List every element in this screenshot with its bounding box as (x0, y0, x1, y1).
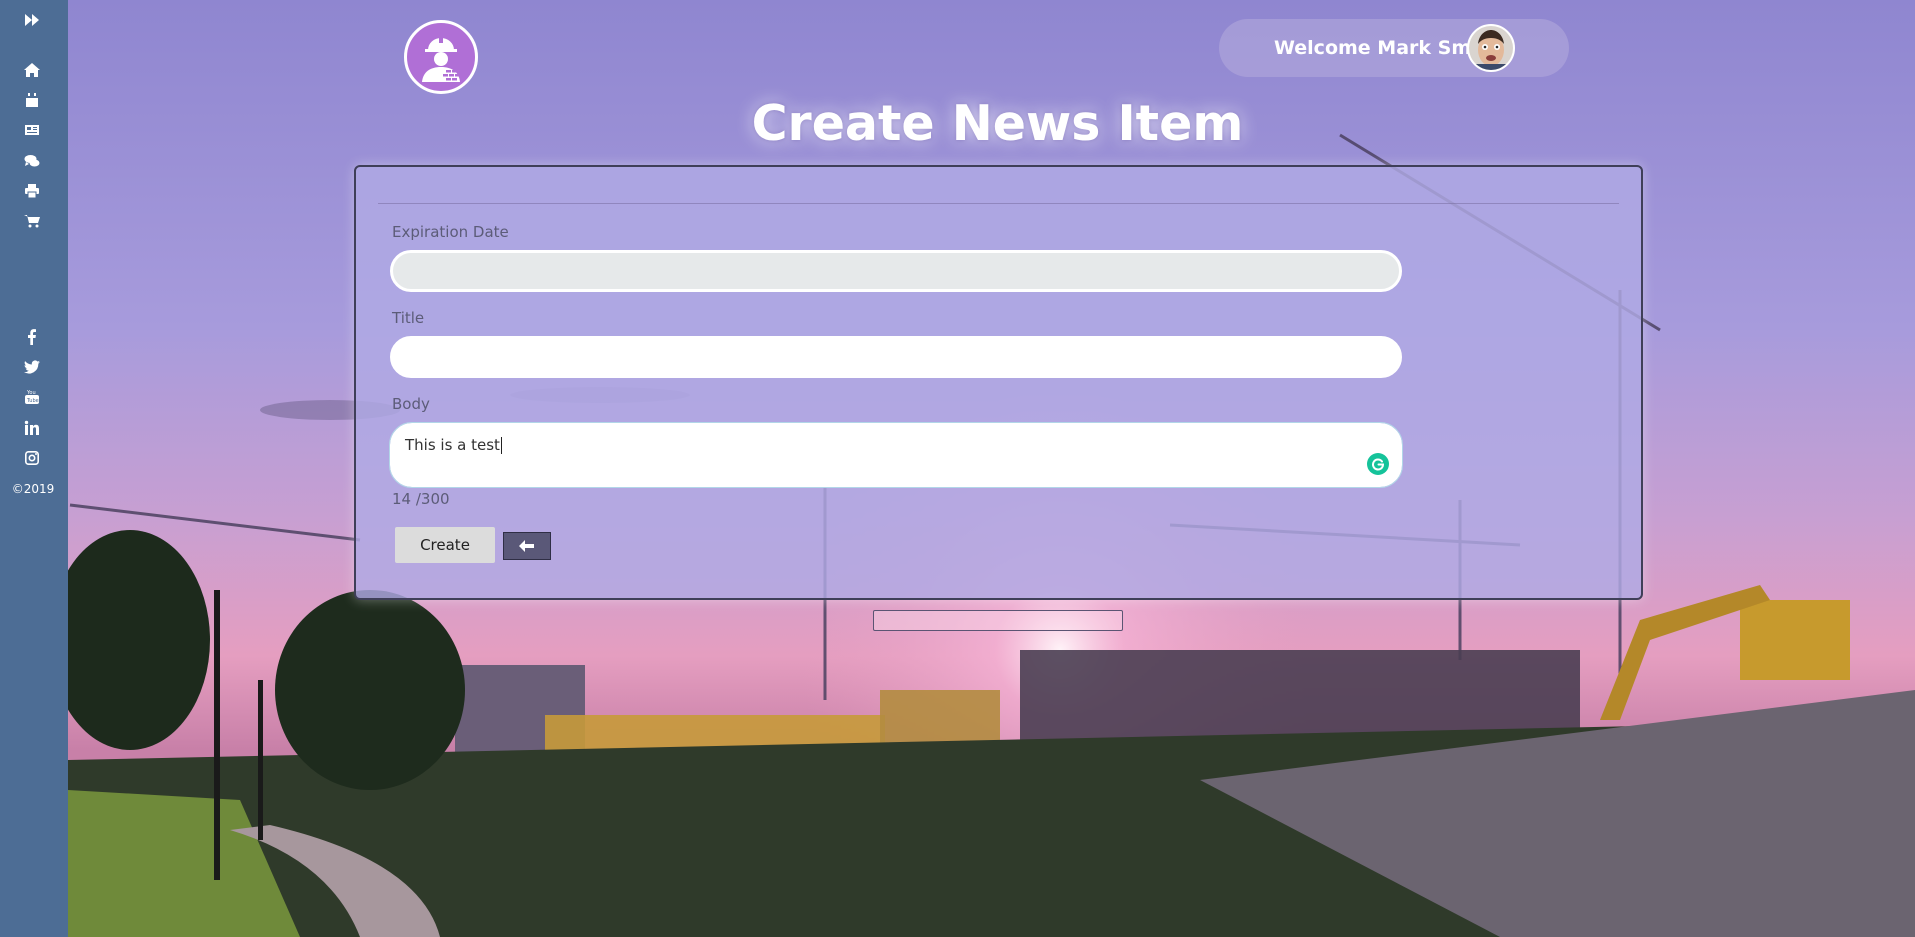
twitter-icon[interactable] (0, 355, 64, 379)
title-label: Title (392, 309, 425, 327)
copyright-text: ©2019 (11, 482, 55, 496)
user-welcome-pill[interactable]: Welcome Mark Smith (1219, 19, 1569, 77)
facebook-icon[interactable] (0, 325, 64, 349)
instagram-icon[interactable] (0, 446, 64, 470)
grammarly-icon[interactable] (1367, 453, 1389, 475)
youtube-icon[interactable]: You Tube (0, 385, 64, 409)
svg-text:Tube: Tube (26, 398, 39, 404)
empty-status-bar (873, 610, 1123, 631)
comments-icon[interactable] (0, 149, 64, 173)
expiration-date-input[interactable] (390, 250, 1402, 292)
construction-worker-logo[interactable] (404, 20, 478, 94)
body-textarea[interactable]: This is a test (389, 422, 1403, 488)
create-news-form: Expiration Date Title Body This is a tes… (354, 165, 1643, 600)
body-label: Body (392, 395, 430, 413)
home-icon[interactable] (0, 58, 64, 82)
page-title: Create News Item (751, 95, 1244, 152)
title-input[interactable] (390, 336, 1402, 378)
cart-icon[interactable] (0, 209, 64, 233)
avatar[interactable] (1467, 24, 1515, 72)
back-button[interactable] (503, 532, 551, 560)
text-caret (500, 437, 502, 454)
character-counter: 14 /300 (392, 490, 450, 508)
body-text: This is a test (405, 436, 500, 454)
create-button[interactable]: Create (395, 527, 495, 563)
print-icon[interactable] (0, 179, 64, 203)
svg-text:You: You (26, 390, 36, 396)
divider (378, 203, 1619, 204)
linkedin-icon[interactable] (0, 416, 64, 440)
expiration-date-label: Expiration Date (392, 223, 509, 241)
arrow-left-icon (519, 540, 534, 552)
forward-icon[interactable] (0, 8, 64, 32)
